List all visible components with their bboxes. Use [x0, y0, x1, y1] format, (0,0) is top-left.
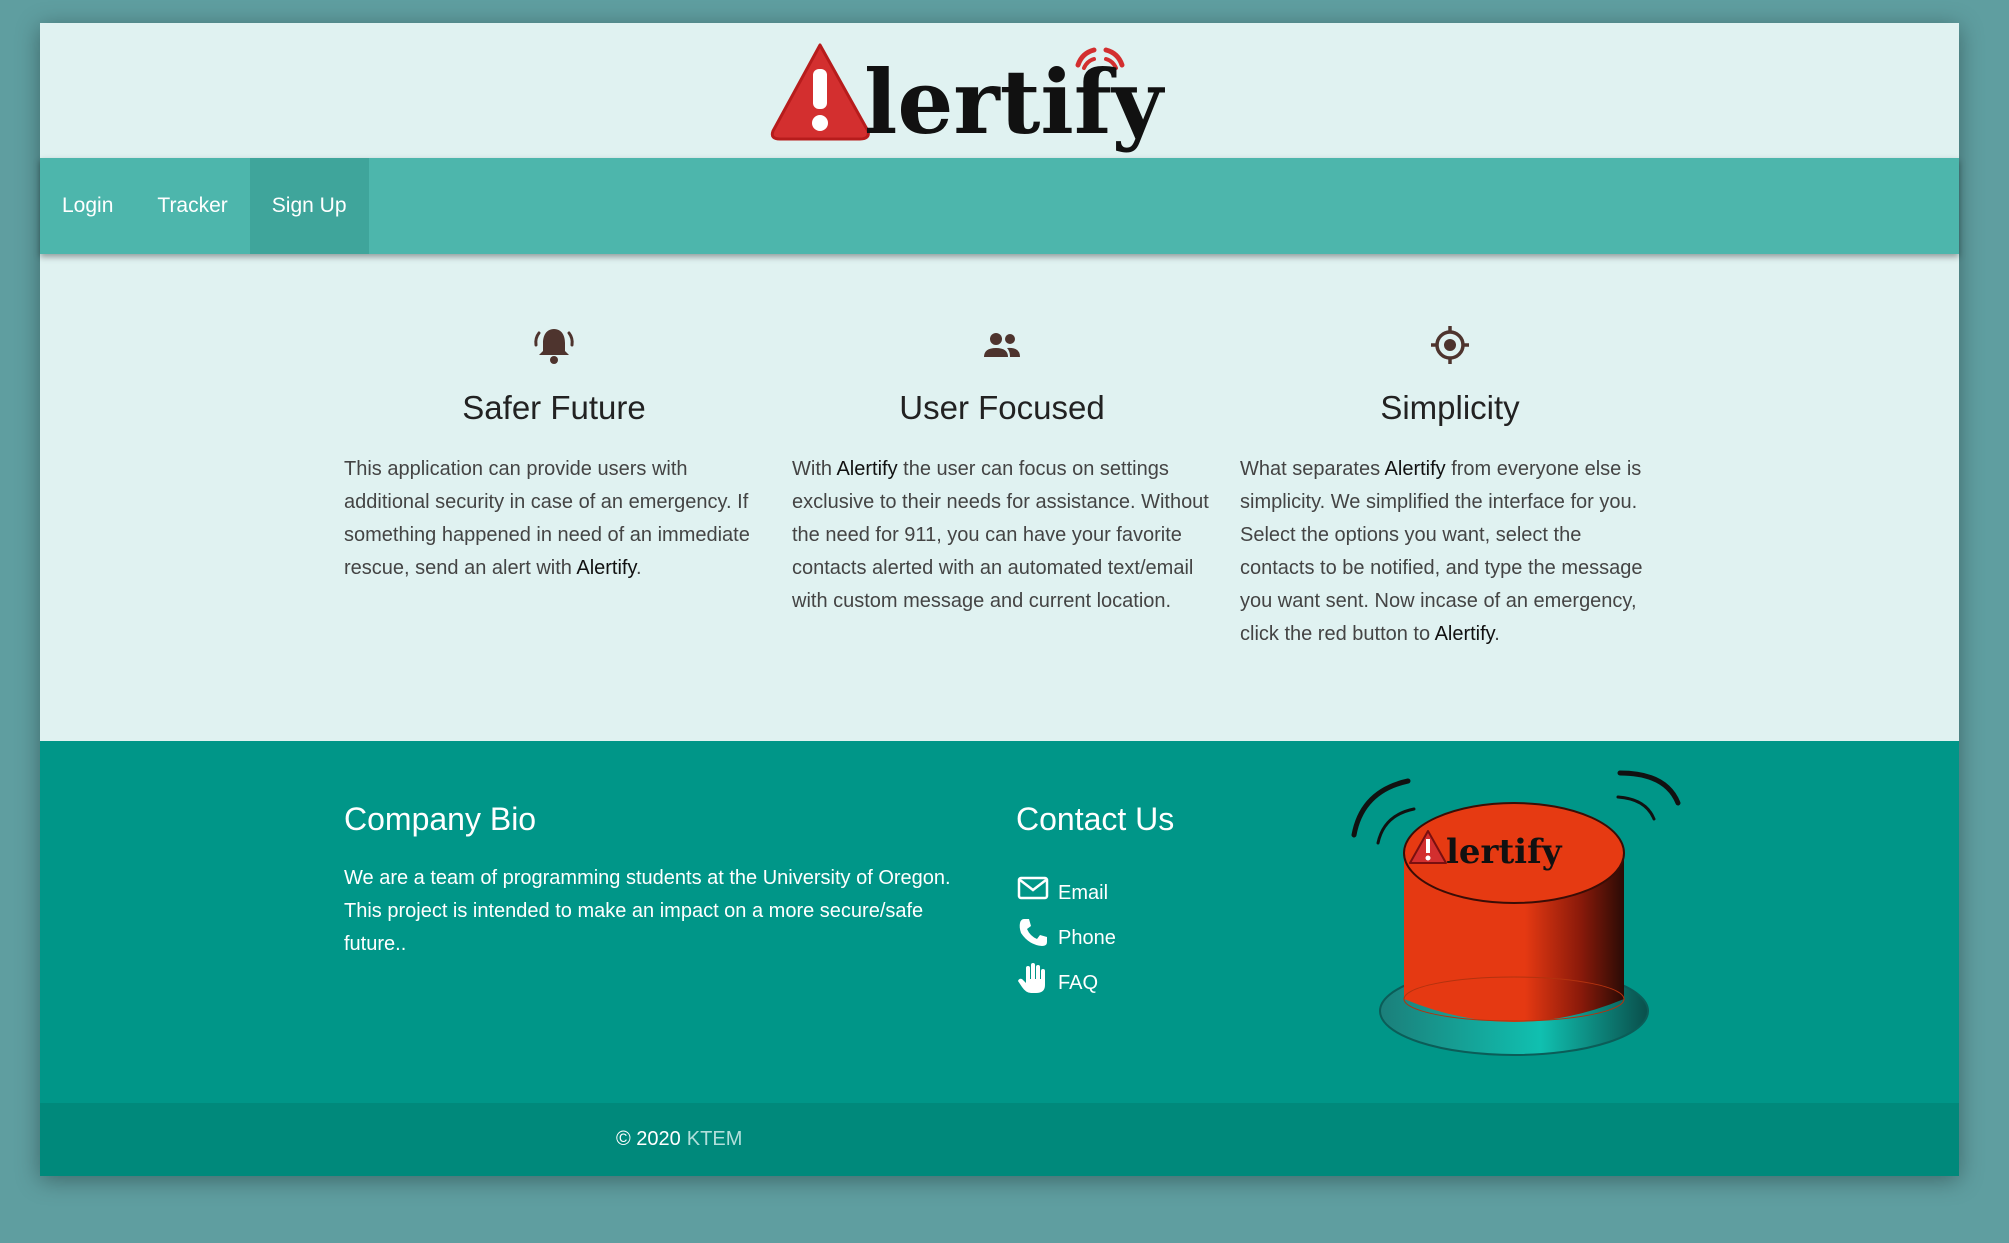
users-icon: [984, 333, 1020, 357]
alertify-logo[interactable]: lertify: [760, 35, 1280, 155]
feature-text: What separates Alertify from everyone el…: [1240, 458, 1643, 645]
red-alert-button-image[interactable]: lertify: [1348, 763, 1684, 1073]
nav-login[interactable]: Login: [40, 158, 135, 254]
feature-title: Safer Future: [462, 389, 646, 426]
bio-text: We are a team of programming students at…: [344, 867, 951, 955]
company-bio: Company Bio We are a team of programming…: [344, 801, 984, 961]
page: lertify Login Tracker Sign Up Safer Future…: [40, 23, 1959, 1176]
bell-alert-icon: [534, 329, 574, 364]
contact-label: Email: [1058, 882, 1109, 904]
contact-email-link[interactable]: Email: [1016, 860, 1276, 905]
feature-user-focused: User Focused With Alertify the user can …: [792, 323, 1212, 618]
feature-title: User Focused: [899, 389, 1105, 426]
bio-title: Company Bio: [344, 801, 537, 837]
target-icon: [1431, 326, 1469, 364]
copyright-text: © 2020 KTEM: [616, 1128, 743, 1150]
logo-text: lertify: [864, 50, 1166, 154]
header: lertify: [40, 23, 1959, 158]
nav-sign-up[interactable]: Sign Up: [249, 158, 369, 254]
feature-simplicity: Simplicity What separates Alertify from …: [1240, 323, 1660, 651]
copyright-bar: © 2020 KTEM: [40, 1103, 1959, 1176]
button-logo-text: lertify: [1446, 832, 1563, 872]
contact-label: Phone: [1058, 927, 1116, 949]
copyright-owner-link[interactable]: KTEM: [687, 1128, 743, 1150]
contact-phone-link[interactable]: Phone: [1016, 905, 1276, 950]
phone-icon: [1019, 919, 1047, 946]
feature-text: With Alertify the user can focus on sett…: [792, 458, 1209, 612]
contact-label: FAQ: [1058, 972, 1099, 994]
feature-text: This application can provide users with …: [344, 458, 750, 579]
feature-title: Simplicity: [1380, 389, 1520, 426]
envelope-icon: [1017, 876, 1049, 900]
contact-faq-link[interactable]: FAQ: [1016, 950, 1276, 995]
contact-title: Contact Us: [1016, 801, 1175, 837]
main-nav: Login Tracker Sign Up: [40, 158, 1959, 254]
hand-icon: [1018, 963, 1045, 993]
footer: Company Bio We are a team of programming…: [40, 741, 1959, 1103]
nav-tracker[interactable]: Tracker: [135, 158, 249, 254]
feature-safer-future: Safer Future This application can provid…: [344, 323, 764, 585]
contact-us: Contact Us Email Phone FAQ: [1016, 801, 1276, 995]
